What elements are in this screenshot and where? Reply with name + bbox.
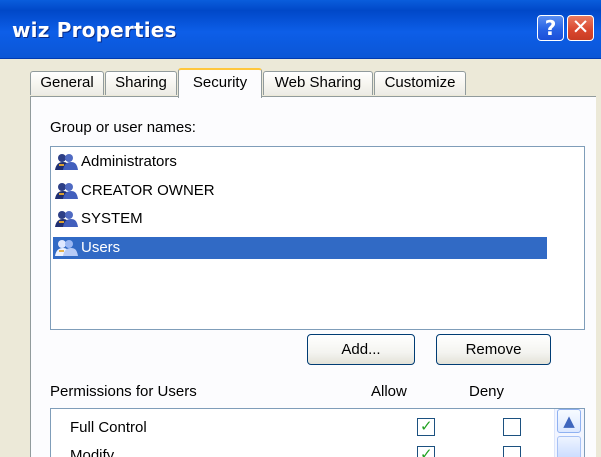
user-list-item-creator-owner[interactable]: CREATOR OWNER: [53, 180, 547, 202]
user-group-icon: [55, 183, 78, 199]
help-button[interactable]: ?: [537, 15, 564, 41]
permissions-for-users-label: Permissions for Users: [50, 383, 197, 400]
permissions-list[interactable]: Full Control Modify ▲: [50, 408, 585, 457]
deny-column-header: Deny: [469, 383, 505, 400]
full-control-allow-checkbox[interactable]: [417, 418, 435, 436]
user-list-item-administrators[interactable]: Administrators: [53, 151, 547, 173]
tab-web-sharing[interactable]: Web Sharing: [263, 71, 373, 95]
permission-row-modify: Modify: [51, 445, 554, 457]
user-group-icon: [55, 240, 78, 256]
allow-column-header: Allow: [371, 383, 407, 400]
tab-general[interactable]: General: [30, 71, 104, 95]
user-list-label: SYSTEM: [81, 210, 143, 227]
add-button[interactable]: Add...: [307, 334, 415, 365]
scroll-thumb[interactable]: [557, 436, 581, 457]
title-bar[interactable]: wiz Properties ? ✕: [0, 0, 601, 59]
user-list-item-system[interactable]: SYSTEM: [53, 208, 547, 230]
permission-name: Modify: [70, 447, 115, 457]
modify-allow-checkbox[interactable]: [417, 446, 435, 457]
permission-name: Full Control: [70, 419, 147, 436]
user-group-icon: [55, 211, 78, 227]
properties-window: wiz Properties ? ✕ General Sharing Secur…: [0, 0, 601, 457]
scroll-up-icon[interactable]: ▲: [557, 409, 581, 433]
security-panel: Group or user names: Administrators CREA…: [30, 96, 596, 457]
permissions-scrollbar[interactable]: ▲: [554, 409, 584, 457]
user-group-icon: [55, 154, 78, 170]
tab-customize[interactable]: Customize: [374, 71, 466, 95]
full-control-deny-checkbox[interactable]: [503, 418, 521, 436]
group-user-list[interactable]: Administrators CREATOR OWNER SYSTEM User…: [50, 146, 585, 330]
close-button[interactable]: ✕: [567, 15, 594, 41]
group-or-user-names-label: Group or user names:: [50, 119, 196, 136]
permission-row-full-control: Full Control: [51, 417, 554, 443]
tab-security[interactable]: Security: [178, 68, 262, 98]
user-list-label: CREATOR OWNER: [81, 182, 215, 199]
property-tabs: General Sharing Security Web Sharing Cus…: [30, 68, 570, 98]
window-title: wiz Properties: [12, 18, 177, 42]
user-list-label: Administrators: [81, 153, 177, 170]
user-list-label: Users: [81, 239, 121, 256]
remove-button[interactable]: Remove: [436, 334, 551, 365]
modify-deny-checkbox[interactable]: [503, 446, 521, 457]
user-list-item-users[interactable]: Users: [53, 237, 547, 259]
tab-sharing[interactable]: Sharing: [105, 71, 177, 95]
